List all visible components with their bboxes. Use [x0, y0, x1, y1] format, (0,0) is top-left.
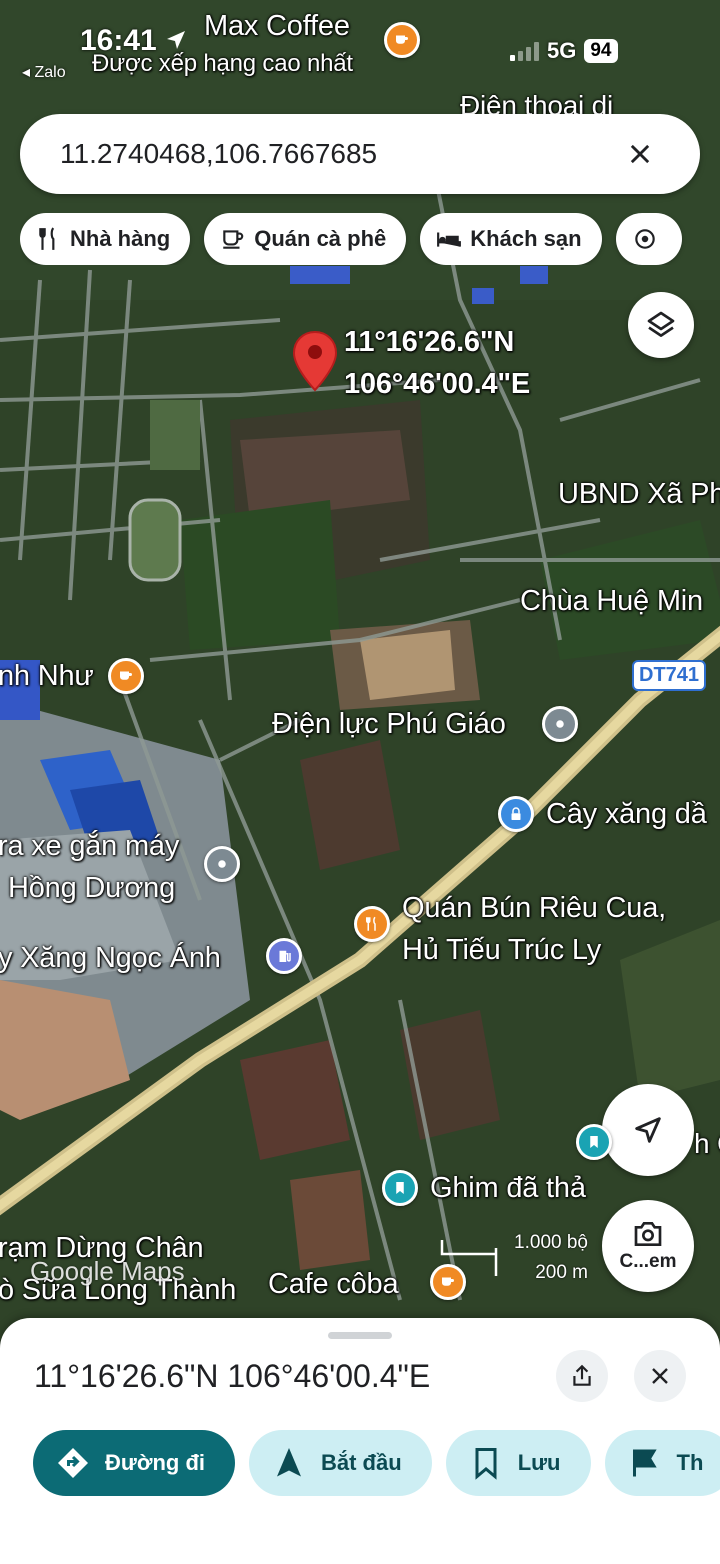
chip-cafes[interactable]: Quán cà phê — [204, 213, 407, 265]
directions-label: Đường đi — [105, 1450, 205, 1475]
place-label-bun-rieu[interactable]: Quán Bún Riêu Cua, — [402, 892, 666, 925]
clear-search-button[interactable] — [620, 134, 660, 174]
share-icon — [573, 1364, 591, 1386]
place-label-xang-ngoc-anh[interactable]: y Xăng Ngọc Ánh — [0, 942, 221, 975]
share-button[interactable] — [556, 1350, 608, 1402]
battery-level: 94 — [584, 39, 618, 63]
network-type: 5G — [547, 38, 577, 63]
coffee-poi-icon[interactable] — [108, 658, 144, 694]
map-scale: 1.000 bộ 200 m — [440, 1232, 590, 1286]
coffee-poi-icon[interactable] — [384, 22, 420, 58]
google-maps-logo: Google Maps — [30, 1256, 185, 1286]
scale-feet: 1.000 bộ — [514, 1232, 588, 1253]
back-to-app[interactable]: ◂ Zalo — [22, 62, 66, 82]
attraction-icon — [634, 229, 655, 249]
label-button[interactable]: Th — [604, 1430, 720, 1496]
start-button[interactable]: Bắt đầu — [249, 1430, 432, 1496]
scale-meters: 200 m — [535, 1262, 588, 1283]
chip-label: Nhà hàng — [70, 226, 171, 251]
save-button[interactable]: Lưu — [445, 1430, 591, 1496]
gas-station-poi-icon[interactable] — [266, 938, 302, 974]
chip-attractions[interactable] — [615, 213, 682, 265]
place-label-ubnd[interactable]: UBND Xã Ph — [558, 478, 720, 511]
place-label-anh-nhu[interactable]: nh Như — [0, 660, 94, 693]
dropped-pin-icon[interactable] — [292, 330, 338, 392]
restaurant-icon — [39, 227, 55, 250]
navigation-icon — [277, 1448, 301, 1477]
place-label-hong-duong[interactable]: Hồng Dương — [8, 872, 175, 905]
directions-icon — [58, 1448, 88, 1478]
camera-button[interactable]: C...em — [602, 1200, 694, 1292]
place-label-ghim[interactable]: Ghim đã thả — [430, 1172, 586, 1205]
label-label: Th — [676, 1450, 704, 1475]
save-label: Lưu — [517, 1450, 561, 1475]
place-sublabel: Được xếp hạng cao nhất — [92, 50, 353, 77]
chip-restaurants[interactable]: Nhà hàng — [20, 213, 191, 265]
camera-icon — [634, 1222, 662, 1246]
sheet-drag-handle[interactable] — [328, 1332, 392, 1339]
saved-pin-icon[interactable] — [576, 1124, 612, 1160]
my-location-button[interactable] — [602, 1084, 694, 1176]
pin-latitude-label: 11°16'26.6"N — [344, 326, 515, 358]
place-coordinates: 11°16'26.6"N 106°46'00.4"E — [34, 1358, 431, 1394]
place-label-xe-gan-may[interactable]: ra xe gắn máy — [0, 830, 179, 863]
close-icon — [652, 1368, 668, 1384]
start-label: Bắt đầu — [321, 1450, 402, 1475]
chip-label: Khách sạn — [470, 226, 582, 251]
chip-hotels[interactable]: Khách sạn — [420, 213, 602, 265]
place-label-cafe-coba[interactable]: Cafe côba — [268, 1268, 399, 1301]
bookmark-icon — [475, 1448, 497, 1480]
flag-icon — [632, 1449, 657, 1477]
status-indicators: 5G 94 — [510, 38, 618, 64]
lock-poi-icon[interactable] — [498, 796, 534, 832]
place-label-cay-xang[interactable]: Cây xăng dầ — [546, 798, 707, 831]
close-icon — [630, 144, 650, 164]
place-label-chua[interactable]: Chùa Huệ Min — [520, 585, 703, 618]
map-view[interactable]: 16:41 ◂ Zalo 5G 94 Max Coffee Được xếp h… — [0, 0, 720, 1340]
category-chips: Nhà hàng Quán cà phê Khách sạn — [20, 213, 720, 265]
search-query[interactable]: 11.2740468,106.7667685 — [60, 138, 620, 170]
chip-label: Quán cà phê — [254, 226, 387, 251]
signal-icon — [510, 41, 539, 61]
navigation-arrow-icon — [635, 1117, 661, 1143]
road-number-badge: DT741 — [632, 660, 707, 691]
hotel-icon — [437, 232, 462, 247]
search-bar[interactable]: 11.2740468,106.7667685 — [20, 114, 700, 194]
place-poi-icon[interactable] — [204, 846, 240, 882]
layers-icon — [647, 311, 675, 337]
place-poi-icon[interactable] — [542, 706, 578, 742]
camera-label: C...em — [619, 1251, 677, 1272]
pin-longitude-label: 106°46'00.4"E — [344, 368, 531, 400]
restaurant-poi-icon[interactable] — [354, 906, 390, 942]
place-label-dien-luc[interactable]: Điện lực Phú Giáo — [272, 708, 506, 741]
coffee-icon — [223, 230, 244, 249]
place-label-edge: h C — [694, 1128, 720, 1159]
place-bottom-sheet[interactable]: 11°16'26.6"N 106°46'00.4"E Đường đi Bắt … — [0, 1318, 720, 1564]
close-sheet-button[interactable] — [634, 1350, 686, 1402]
place-label-max-coffee[interactable]: Max Coffee — [204, 10, 350, 43]
action-buttons: Đường đi Bắt đầu Lưu Th — [33, 1430, 720, 1496]
directions-button[interactable]: Đường đi — [33, 1430, 235, 1496]
place-label-hu-tieu[interactable]: Hủ Tiếu Trúc Ly — [402, 934, 601, 967]
saved-pin-icon[interactable] — [382, 1170, 418, 1206]
layers-button[interactable] — [628, 292, 694, 358]
